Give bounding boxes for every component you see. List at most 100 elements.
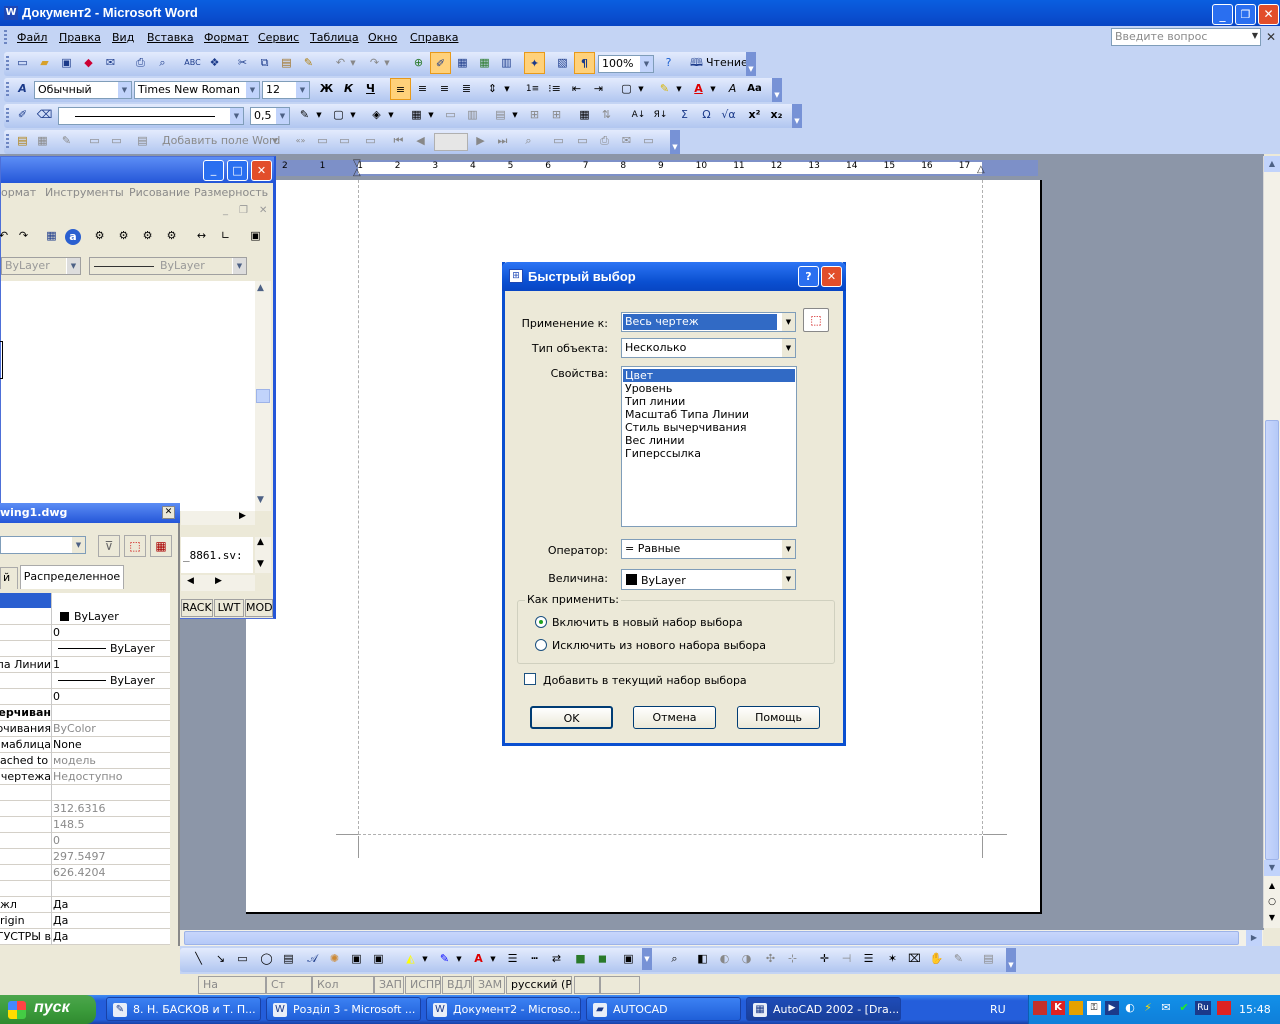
menu-item[interactable]: Вставка <box>147 31 194 44</box>
acad-status-button[interactable]: MOD <box>245 599 273 617</box>
decrease-indent-icon[interactable]: ⇤ <box>566 78 587 100</box>
right-indent-marker[interactable]: △ <box>977 164 985 175</box>
spelling-icon[interactable]: ABC <box>182 52 203 74</box>
apply-to-dropdown-icon[interactable]: ▼ <box>781 313 795 331</box>
dialog-help-button[interactable]: ? <box>798 266 819 287</box>
acad-vscroll[interactable]: ▲ ▼ <box>255 281 271 511</box>
property-value-cell[interactable]: 0 <box>52 689 170 705</box>
columns-icon[interactable]: ▥ <box>496 52 517 74</box>
distribute-columns-icon[interactable]: ⊞ <box>546 104 567 126</box>
acad-zoom-icon[interactable]: ⌕ <box>664 948 685 970</box>
document-map-icon[interactable]: ▧ <box>552 52 573 74</box>
open-icon[interactable]: ▰ <box>34 52 55 74</box>
merge-printer-icon[interactable]: ⎙ <box>594 130 615 152</box>
vertical-scrollbar[interactable]: ▲ ▼ ▲ ○ ▼ <box>1263 156 1280 928</box>
acad-status-button[interactable]: LWT <box>214 599 244 617</box>
acad-redo-icon[interactable]: ↷ <box>13 225 34 247</box>
diagram-icon[interactable]: ✺ <box>324 948 345 970</box>
drawing-options-icon[interactable]: ▼ <box>642 948 652 970</box>
font-size-dropdown[interactable]: 12 ▼ <box>262 81 310 99</box>
properties-list-item[interactable]: Масштаб Типа Линии <box>623 408 795 421</box>
acad-drawing-area[interactable] <box>0 281 255 511</box>
new-doc-icon[interactable]: ▭ <box>12 52 33 74</box>
font-color-dropdown-icon[interactable]: ▼ <box>708 78 718 100</box>
include-radio[interactable] <box>535 616 547 628</box>
insert-merge-field-icon[interactable]: ▤ <box>132 130 153 152</box>
tray-icon-10[interactable]: Ru <box>1195 1001 1211 1015</box>
taskbar-item[interactable]: ▰ AUTOCAD <box>586 997 741 1021</box>
acad-tool1-icon[interactable]: ▦ <box>41 225 62 247</box>
acad-tool5-icon[interactable]: ⚙ <box>137 225 158 247</box>
font-size-dropdown-icon[interactable]: ▼ <box>295 82 309 98</box>
match-fields-icon[interactable]: ▭ <box>334 130 355 152</box>
acad-cmd-left-icon[interactable]: ◀ <box>187 576 194 586</box>
open-data-source-icon[interactable]: ▦ <box>32 130 53 152</box>
prev-record-icon[interactable]: ◀ <box>410 130 431 152</box>
record-number-input[interactable] <box>434 133 468 151</box>
show-hide-icon[interactable]: ¶ <box>574 52 595 74</box>
properties-list-item[interactable]: Стиль вычерчивания <box>623 421 795 434</box>
paste-icon[interactable]: ▤ <box>276 52 297 74</box>
acad-tool9-icon[interactable]: ▣ <box>245 225 266 247</box>
ok-button[interactable]: OK <box>530 706 613 729</box>
view-merged-icon[interactable]: «» <box>290 130 311 152</box>
property-value-cell[interactable]: 1 <box>52 657 170 673</box>
acad-color-dropdown[interactable]: ByLayer ▼ <box>1 257 81 275</box>
merge-fax-icon[interactable]: ▭ <box>638 130 659 152</box>
tray-icon-2[interactable]: K <box>1051 1001 1065 1015</box>
menu-item[interactable]: Справка <box>410 31 458 44</box>
last-record-icon[interactable]: ⏭ <box>492 130 513 152</box>
italic-icon[interactable]: К <box>338 78 359 100</box>
toolbar-options-icon[interactable]: ▼ <box>746 52 756 76</box>
browse-object-icon[interactable]: ○ <box>1264 894 1280 910</box>
propagate-icon[interactable]: ▭ <box>360 130 381 152</box>
menu-item[interactable]: Таблица <box>310 31 359 44</box>
acad-mdi-max-icon[interactable]: ❐ <box>239 205 248 216</box>
save-icon[interactable]: ▣ <box>56 52 77 74</box>
acad-erase-icon[interactable]: ⌧ <box>904 948 925 970</box>
taskbar-item[interactable]: W Розділ 3 - Microsoft ... <box>266 997 421 1021</box>
dash-style-icon[interactable]: ┅ <box>524 948 545 970</box>
insert-table2-dropdown-icon[interactable]: ▼ <box>426 104 436 126</box>
font-color-icon[interactable]: A <box>688 78 709 100</box>
shading-dropdown-icon[interactable]: ▼ <box>386 104 396 126</box>
insert-address-icon[interactable]: ▭ <box>84 130 105 152</box>
font-dropdown-icon[interactable]: ▼ <box>245 82 259 98</box>
next-record-icon[interactable]: ▶ <box>470 130 491 152</box>
minimize-button[interactable]: _ <box>1212 4 1233 25</box>
split-cells-icon[interactable]: ▥ <box>462 104 483 126</box>
textbox-icon[interactable]: ▤ <box>278 948 299 970</box>
print-icon[interactable]: ⎙ <box>130 52 151 74</box>
shading-icon[interactable]: ◈ <box>366 104 387 126</box>
exclude-radio[interactable] <box>535 639 547 651</box>
start-button[interactable]: пуск <box>0 995 96 1024</box>
property-value-cell[interactable] <box>52 705 170 721</box>
border-color-icon[interactable]: ✎ <box>294 104 315 126</box>
acad-cmd-down-icon[interactable]: ▼ <box>257 559 264 569</box>
clipart-icon[interactable]: ▣ <box>346 948 367 970</box>
property-value-cell[interactable]: 0 <box>52 625 170 641</box>
property-value-cell[interactable] <box>52 881 170 897</box>
acad-sphere-icon[interactable]: ◑ <box>736 948 757 970</box>
help-button[interactable]: Помощь <box>737 706 820 729</box>
maximize-button[interactable]: ❐ <box>1235 4 1256 25</box>
tray-icon-5[interactable]: ▶ <box>1105 1001 1119 1015</box>
acad-tool2-icon[interactable]: a <box>65 229 81 245</box>
scroll-down-icon[interactable]: ▼ <box>1264 860 1280 876</box>
line-spacing-dropdown-icon[interactable]: ▼ <box>502 78 512 100</box>
properties-list[interactable]: Цвет Уровень Тип линии Масштаб Типа Линии Ст… <box>621 366 797 527</box>
acad-properties-icon[interactable]: ▤ <box>978 948 999 970</box>
acad-linetype-dropdown[interactable]: ByLayer ▼ <box>89 257 247 275</box>
draw-font-color-icon[interactable]: A <box>468 948 489 970</box>
object-type-dropdown[interactable]: Несколько ▼ <box>621 338 796 358</box>
acad-move-icon[interactable]: ✣ <box>760 948 781 970</box>
menu-item[interactable]: Правка <box>59 31 101 44</box>
acad-explode-icon[interactable]: ✶ <box>882 948 903 970</box>
insert-greeting-icon[interactable]: ▭ <box>106 130 127 152</box>
oval-icon[interactable]: ◯ <box>256 948 277 970</box>
acad-close-button[interactable]: ✕ <box>251 160 272 181</box>
select-objects-icon[interactable]: ⬚ <box>124 535 146 557</box>
add-field-dropdown-icon[interactable]: ▼ <box>270 130 280 152</box>
hscroll-thumb[interactable] <box>184 931 1239 945</box>
ask-dropdown-icon[interactable]: ▼ <box>1252 31 1258 40</box>
